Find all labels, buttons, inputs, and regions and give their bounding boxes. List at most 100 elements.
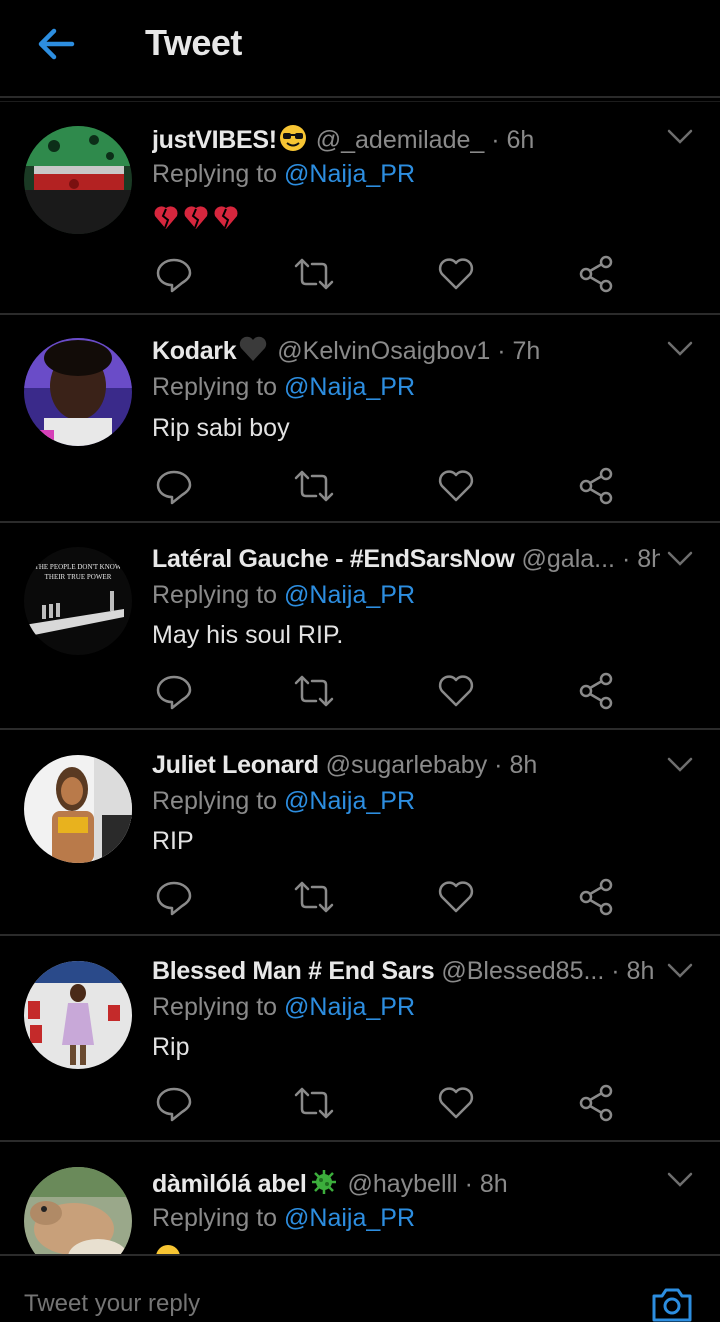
back-arrow-icon[interactable] — [34, 22, 78, 66]
replying-label: Replying to — [152, 787, 285, 815]
replying-label: Replying to — [152, 1204, 285, 1232]
tweet-item[interactable]: THE PEOPLE DON'T KNOW THEIR TRUE POWER L… — [0, 525, 720, 730]
tweet-item[interactable]: Blessed Man # End Sars @Blessed85... · 8… — [0, 937, 720, 1142]
tweet-actions — [154, 254, 634, 294]
share-icon[interactable] — [576, 466, 616, 506]
avatar[interactable] — [24, 755, 132, 863]
reply-icon[interactable] — [154, 254, 194, 294]
tweet-header: Blessed Man # End Sars @Blessed85... · 8… — [152, 957, 654, 986]
replying-label: Replying to — [152, 160, 285, 188]
tweet-body: Rip sabi boy — [152, 414, 290, 442]
share-icon[interactable] — [576, 254, 616, 294]
chevron-down-icon[interactable] — [666, 550, 694, 568]
replying-label: Replying to — [152, 993, 285, 1021]
avatar[interactable] — [24, 126, 132, 234]
replying-to: Replying to @Naija_PR — [152, 581, 415, 610]
tweet-actions — [154, 671, 634, 711]
tweet-header: Kodark @KelvinOsaigbov1 · 7h — [152, 335, 540, 366]
replying-label: Replying to — [152, 581, 285, 609]
handle[interactable]: @sugarlebaby — [326, 751, 488, 779]
replying-to: Replying to @Naija_PR — [152, 373, 415, 402]
chevron-down-icon[interactable] — [666, 340, 694, 358]
handle[interactable]: @haybelll — [347, 1170, 457, 1198]
share-icon[interactable] — [576, 1083, 616, 1123]
timestamp: · 8h — [611, 957, 655, 985]
retweet-icon[interactable] — [294, 1083, 334, 1123]
virus-emoji-icon — [311, 1170, 336, 1194]
broken-heart-emoji-icon — [154, 206, 238, 229]
tweet-body: Rip — [152, 1033, 190, 1061]
replying-label: Replying to — [152, 373, 285, 401]
sunglasses-emoji-icon — [279, 125, 306, 151]
retweet-icon[interactable] — [294, 254, 334, 294]
reply-icon[interactable] — [154, 1083, 194, 1123]
retweet-icon[interactable] — [294, 671, 334, 711]
tweet-header: dàmìlólá abel @haybelll · 8h — [152, 1168, 508, 1199]
tweet-body: RIP — [152, 827, 194, 855]
top-bar: Tweet — [0, 0, 720, 96]
like-icon[interactable] — [436, 466, 476, 506]
chevron-down-icon[interactable] — [666, 128, 694, 146]
reply-input[interactable] — [24, 1290, 584, 1318]
tweet-body — [152, 202, 244, 239]
tweet-body: May his soul RIP. — [152, 621, 344, 649]
chevron-down-icon[interactable] — [666, 756, 694, 774]
reply-bar — [0, 1254, 720, 1322]
display-name[interactable]: Blessed Man # End Sars — [152, 957, 435, 985]
like-icon[interactable] — [436, 671, 476, 711]
tweet-actions — [154, 1083, 634, 1123]
mention-link[interactable]: @Naija_PR — [284, 993, 415, 1021]
handle[interactable]: @KelvinOsaigbov1 — [277, 337, 490, 365]
chevron-down-icon[interactable] — [666, 1171, 694, 1189]
black-heart-emoji-icon — [240, 336, 267, 361]
display-name[interactable]: dàmìlólá abel — [152, 1170, 307, 1198]
display-name[interactable]: justVIBES! — [152, 126, 277, 154]
retweet-icon[interactable] — [294, 466, 334, 506]
divider — [0, 101, 720, 102]
tweet-item[interactable]: dàmìlólá abel @haybelll · 8h Replying to… — [0, 1143, 720, 1254]
camera-icon[interactable] — [650, 1282, 694, 1322]
reply-icon[interactable] — [154, 877, 194, 917]
divider — [0, 96, 720, 98]
timestamp: · 8h — [464, 1170, 508, 1198]
avatar[interactable] — [24, 338, 132, 446]
retweet-icon[interactable] — [294, 877, 334, 917]
display-name[interactable]: Juliet Leonard — [152, 751, 319, 779]
like-icon[interactable] — [436, 877, 476, 917]
display-name[interactable]: Kodark — [152, 337, 237, 365]
tweet-header: Juliet Leonard @sugarlebaby · 8h — [152, 751, 537, 780]
share-icon[interactable] — [576, 877, 616, 917]
avatar-caption: THEIR TRUE POWER — [45, 573, 112, 581]
mention-link[interactable]: @Naija_PR — [284, 1204, 415, 1232]
avatar[interactable]: THE PEOPLE DON'T KNOW THEIR TRUE POWER — [24, 547, 132, 655]
tweet-item[interactable]: justVIBES! @_ademilade_ · 6h Replying to… — [0, 110, 720, 315]
chevron-down-icon[interactable] — [666, 962, 694, 980]
like-icon[interactable] — [436, 254, 476, 294]
tweet-actions — [154, 466, 634, 506]
tweet-item[interactable]: Juliet Leonard @sugarlebaby · 8h Replyin… — [0, 731, 720, 936]
avatar[interactable] — [24, 961, 132, 1069]
handle[interactable]: @_ademilade_ — [316, 126, 485, 154]
mention-link[interactable]: @Naija_PR — [284, 160, 415, 188]
share-icon[interactable] — [576, 671, 616, 711]
handle[interactable]: @Blessed85... — [441, 957, 604, 985]
mention-link[interactable]: @Naija_PR — [284, 581, 415, 609]
replying-to: Replying to @Naija_PR — [152, 160, 415, 189]
replying-to: Replying to @Naija_PR — [152, 787, 415, 816]
handle[interactable]: @gala... — [522, 545, 615, 573]
avatar[interactable] — [24, 1167, 132, 1254]
tweet-actions — [154, 877, 634, 917]
reply-icon[interactable] — [154, 466, 194, 506]
display-name[interactable]: Latéral Gauche - #EndSarsNow — [152, 545, 515, 573]
mention-link[interactable]: @Naija_PR — [284, 373, 415, 401]
like-icon[interactable] — [436, 1083, 476, 1123]
timestamp: · 8h — [494, 751, 538, 779]
emoji-partial-icon — [156, 1245, 180, 1254]
tweet-header: Latéral Gauche - #EndSarsNow @gala... · … — [152, 545, 660, 574]
mention-link[interactable]: @Naija_PR — [284, 787, 415, 815]
tweet-item[interactable]: Kodark @KelvinOsaigbov1 · 7h Replying to… — [0, 318, 720, 523]
timestamp: · 6h — [491, 126, 535, 154]
timestamp: · 8h — [621, 545, 660, 573]
replying-to: Replying to @Naija_PR — [152, 1204, 415, 1233]
reply-icon[interactable] — [154, 671, 194, 711]
